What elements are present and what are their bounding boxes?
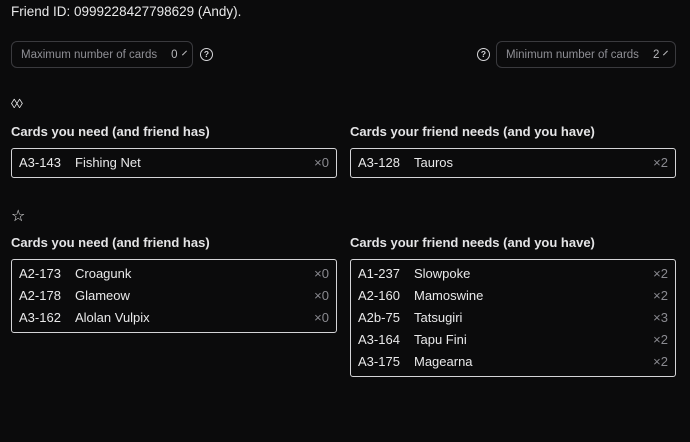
card-count: ×0 <box>314 288 329 303</box>
card-id: A3-143 <box>19 155 61 170</box>
trade-page: Friend ID: 0999228427798629 (Andy). Maxi… <box>0 0 690 442</box>
rarity-star-icon: ☆ <box>11 208 25 225</box>
card-name: Glameow <box>75 288 130 303</box>
card-row: A2-173 Croagunk ×0 <box>12 263 336 285</box>
max-cards-select[interactable]: Maximum number of cards 0 <box>11 41 193 68</box>
help-icon[interactable]: ? <box>477 48 490 61</box>
card-row: A2b-75 Tatsugiri ×3 <box>351 307 675 329</box>
card-count: ×2 <box>653 155 668 170</box>
need-title: Cards you need (and friend has) <box>11 235 210 250</box>
card-count: ×2 <box>653 332 668 347</box>
card-id: A3-162 <box>19 310 61 325</box>
card-row: A2-178 Glameow ×0 <box>12 285 336 307</box>
card-name: Tapu Fini <box>414 332 467 347</box>
card-id: A1-237 <box>358 266 400 281</box>
max-cards-placeholder: Maximum number of cards <box>21 48 158 61</box>
card-name: Magearna <box>414 354 473 369</box>
min-cards-select[interactable]: Minimum number of cards 2 <box>496 41 676 68</box>
card-row: A3-164 Tapu Fini ×2 <box>351 329 675 351</box>
give-card-list: A1-237 Slowpoke ×2 A2-160 Mamoswine ×2 A… <box>350 259 676 377</box>
card-count: ×2 <box>653 354 668 369</box>
card-count: ×0 <box>314 310 329 325</box>
card-name: Alolan Vulpix <box>75 310 150 325</box>
give-title: Cards your friend needs (and you have) <box>350 124 595 139</box>
card-id: A3-175 <box>358 354 400 369</box>
need-card-list: A3-143 Fishing Net ×0 <box>11 148 337 178</box>
card-count: ×2 <box>653 288 668 303</box>
card-count: ×0 <box>314 266 329 281</box>
card-row: A3-128 Tauros ×2 <box>351 152 675 174</box>
card-name: Mamoswine <box>414 288 484 303</box>
card-id: A2-178 <box>19 288 61 303</box>
give-card-list: A3-128 Tauros ×2 <box>350 148 676 178</box>
card-id: A3-164 <box>358 332 400 347</box>
min-cards-value: 2 <box>652 48 660 61</box>
card-count: ×2 <box>653 266 668 281</box>
max-cards-value: 0 <box>171 48 178 61</box>
card-name: Fishing Net <box>75 155 141 170</box>
card-row: A1-237 Slowpoke ×2 <box>351 263 675 285</box>
card-name: Tauros <box>414 155 454 170</box>
card-count: ×0 <box>314 155 329 170</box>
chevron-down-icon <box>663 50 669 56</box>
card-name: Croagunk <box>75 266 132 281</box>
card-name: Tatsugiri <box>414 310 463 325</box>
card-row: A3-162 Alolan Vulpix ×0 <box>12 307 336 329</box>
card-row: A3-175 Magearna ×2 <box>351 351 675 373</box>
need-card-list: A2-173 Croagunk ×0 A2-178 Glameow ×0 A3-… <box>11 259 337 333</box>
card-row: A3-143 Fishing Net ×0 <box>12 152 336 174</box>
give-title: Cards your friend needs (and you have) <box>350 235 595 250</box>
rarity-diamond-icon: ◊◊ <box>11 96 23 111</box>
chevron-down-icon <box>181 50 187 56</box>
friend-id-text: Friend ID: 0999228427798629 (Andy). <box>11 4 242 19</box>
card-id: A2-160 <box>358 288 400 303</box>
help-icon[interactable]: ? <box>200 48 213 61</box>
min-cards-placeholder: Minimum number of cards <box>506 48 639 61</box>
card-count: ×3 <box>653 310 668 325</box>
card-id: A3-128 <box>358 155 400 170</box>
card-id: A2b-75 <box>358 310 400 325</box>
card-id: A2-173 <box>19 266 61 281</box>
card-name: Slowpoke <box>414 266 471 281</box>
card-row: A2-160 Mamoswine ×2 <box>351 285 675 307</box>
need-title: Cards you need (and friend has) <box>11 124 210 139</box>
